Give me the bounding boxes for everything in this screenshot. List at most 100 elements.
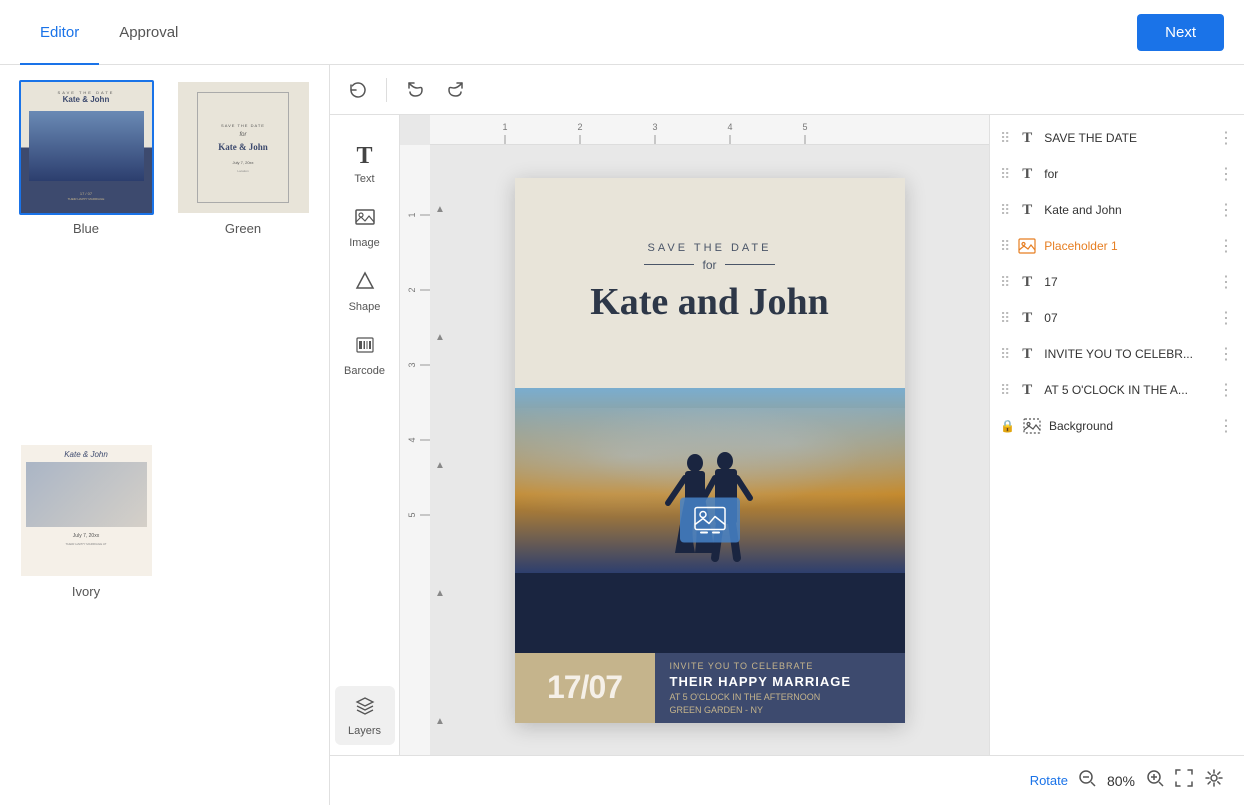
drag-handle: ⠿ (1000, 166, 1010, 183)
image-icon (354, 206, 376, 234)
left-panel: SAVE THE DATE Kate & John 17 / 07THEIR H… (0, 65, 330, 805)
tool-shape[interactable]: Shape (335, 262, 395, 321)
thumb-img-ivory: Kate & John July 7, 20xx THEIR HAPPY MAR… (19, 443, 154, 578)
layer-name-07: 07 (1044, 311, 1212, 325)
layer-item-placeholder1[interactable]: ⠿ Placeholder 1 ⋮ (990, 228, 1244, 264)
tool-image[interactable]: Image (335, 198, 395, 257)
layer-image-icon (1016, 235, 1038, 257)
next-button[interactable]: Next (1137, 14, 1224, 51)
card-for: for (702, 258, 716, 272)
toolbar-divider (386, 78, 387, 102)
drag-handle: ⠿ (1000, 202, 1010, 219)
svg-text:5: 5 (407, 512, 417, 517)
layer-item-07[interactable]: ⠿ T 07 ⋮ (990, 300, 1244, 336)
ruler-top: 1 2 3 4 5 (430, 115, 989, 145)
layer-more-menu[interactable]: ⋮ (1218, 416, 1234, 436)
layer-text-icon: T (1016, 379, 1038, 401)
card-info: INVITE YOU TO CELEBRATE THEIR HAPPY MARR… (655, 653, 905, 723)
tab-editor[interactable]: Editor (20, 0, 99, 65)
layer-text-icon: T (1016, 163, 1038, 185)
svg-text:1: 1 (502, 122, 507, 132)
header: Editor Approval Next (0, 0, 1244, 65)
redo-button[interactable] (438, 74, 474, 106)
layer-more-menu[interactable]: ⋮ (1218, 344, 1234, 364)
thumbnail-ivory[interactable]: Kate & John July 7, 20xx THEIR HAPPY MAR… (15, 443, 157, 791)
canvas-scroll: SAVE THE DATE for Kate and John (430, 145, 989, 755)
tool-barcode[interactable]: Barcode (335, 326, 395, 385)
editor-area: T Text Image (330, 65, 1244, 805)
thumb-label-ivory: Ivory (72, 584, 100, 599)
layer-more-menu[interactable]: ⋮ (1218, 200, 1234, 220)
layer-more-menu[interactable]: ⋮ (1218, 164, 1234, 184)
drag-handle: ⠿ (1000, 274, 1010, 291)
card-date: 17/07 (515, 653, 655, 723)
svg-text:3: 3 (407, 362, 417, 367)
footer-bar: Rotate 80% (330, 755, 1244, 805)
layer-more-menu[interactable]: ⋮ (1218, 380, 1234, 400)
zoom-in-button[interactable] (1146, 769, 1164, 792)
scroll-arrows: ▲ ▲ ▲ ▲ ▲ (430, 145, 450, 755)
thumb-img-blue: SAVE THE DATE Kate & John 17 / 07THEIR H… (19, 80, 154, 215)
card-top-section: SAVE THE DATE for Kate and John (515, 178, 905, 388)
card-photo[interactable] (515, 388, 905, 653)
card-save-the-date: SAVE THE DATE (648, 242, 772, 254)
layer-text-icon: T (1016, 307, 1038, 329)
tab-approval[interactable]: Approval (99, 0, 198, 65)
zoom-out-button[interactable] (1078, 769, 1096, 792)
layer-item-17[interactable]: ⠿ T 17 ⋮ (990, 264, 1244, 300)
layer-text-icon: T (1016, 271, 1038, 293)
undo-button[interactable] (397, 74, 433, 106)
tool-image-label: Image (349, 237, 380, 249)
shape-icon (354, 270, 376, 298)
layer-item-at5[interactable]: ⠿ T AT 5 O'CLOCK IN THE A... ⋮ (990, 372, 1244, 408)
tool-layers-label: Layers (348, 725, 381, 737)
svg-text:4: 4 (407, 437, 417, 442)
layer-item-background[interactable]: 🔒 Background ⋮ (990, 408, 1244, 444)
layer-item-for[interactable]: ⠿ T for ⋮ (990, 156, 1244, 192)
layer-item-save-the-date[interactable]: ⠿ T SAVE THE DATE ⋮ (990, 120, 1244, 156)
layer-image-icon-bg (1021, 415, 1043, 437)
history-button[interactable] (340, 74, 376, 106)
image-placeholder[interactable] (680, 498, 740, 543)
main-layout: SAVE THE DATE Kate & John 17 / 07THEIR H… (0, 65, 1244, 805)
layer-item-invite[interactable]: ⠿ T INVITE YOU TO CELEBR... ⋮ (990, 336, 1244, 372)
toolbar (330, 65, 1244, 115)
drag-handle: ⠿ (1000, 346, 1010, 363)
layer-name-for: for (1044, 167, 1212, 181)
layer-text-icon: T (1016, 127, 1038, 149)
thumb-label-blue: Blue (73, 221, 99, 236)
layers-panel: ⠿ T SAVE THE DATE ⋮ ⠿ T for ⋮ ⠿ T Kate a… (989, 115, 1244, 755)
canvas-container: 1 2 3 4 5 1 (400, 115, 989, 755)
layer-name-invite: INVITE YOU TO CELEBR... (1044, 347, 1212, 361)
svg-text:5: 5 (802, 122, 807, 132)
card-marriage: THEIR HAPPY MARRIAGE (670, 674, 890, 689)
layer-more-menu[interactable]: ⋮ (1218, 272, 1234, 292)
zoom-group: 80% (1078, 769, 1164, 792)
fullscreen-button[interactable] (1174, 768, 1194, 793)
tool-layers[interactable]: Layers (335, 686, 395, 745)
card-for-divider: for (644, 258, 774, 272)
drag-handle: ⠿ (1000, 130, 1010, 147)
svg-text:2: 2 (577, 122, 582, 132)
thumb-label-green: Green (225, 221, 261, 236)
layer-text-icon: T (1016, 199, 1038, 221)
drag-handle: ⠿ (1000, 310, 1010, 327)
thumbnail-green[interactable]: SAVE THE DATE for Kate & John July 7, 20… (172, 80, 314, 428)
layers-icon (354, 694, 376, 722)
layer-more-menu[interactable]: ⋮ (1218, 128, 1234, 148)
layer-name-kate-john: Kate and John (1044, 203, 1212, 217)
svg-text:3: 3 (652, 122, 657, 132)
header-tabs: Editor Approval (20, 0, 198, 65)
settings-button[interactable] (1204, 768, 1224, 793)
card-invite: INVITE YOU TO CELEBRATE (670, 661, 890, 671)
layer-more-menu[interactable]: ⋮ (1218, 308, 1234, 328)
canvas-right-row: T Text Image (330, 115, 1244, 755)
layer-item-kate-john[interactable]: ⠿ T Kate and John ⋮ (990, 192, 1244, 228)
tool-text[interactable]: T Text (335, 135, 395, 193)
lock-icon: 🔒 (1000, 419, 1015, 433)
design-card[interactable]: SAVE THE DATE for Kate and John (515, 178, 905, 723)
rotate-button[interactable]: Rotate (1030, 773, 1068, 788)
barcode-icon (354, 334, 376, 362)
thumbnail-blue[interactable]: SAVE THE DATE Kate & John 17 / 07THEIR H… (15, 80, 157, 428)
layer-more-menu[interactable]: ⋮ (1218, 236, 1234, 256)
